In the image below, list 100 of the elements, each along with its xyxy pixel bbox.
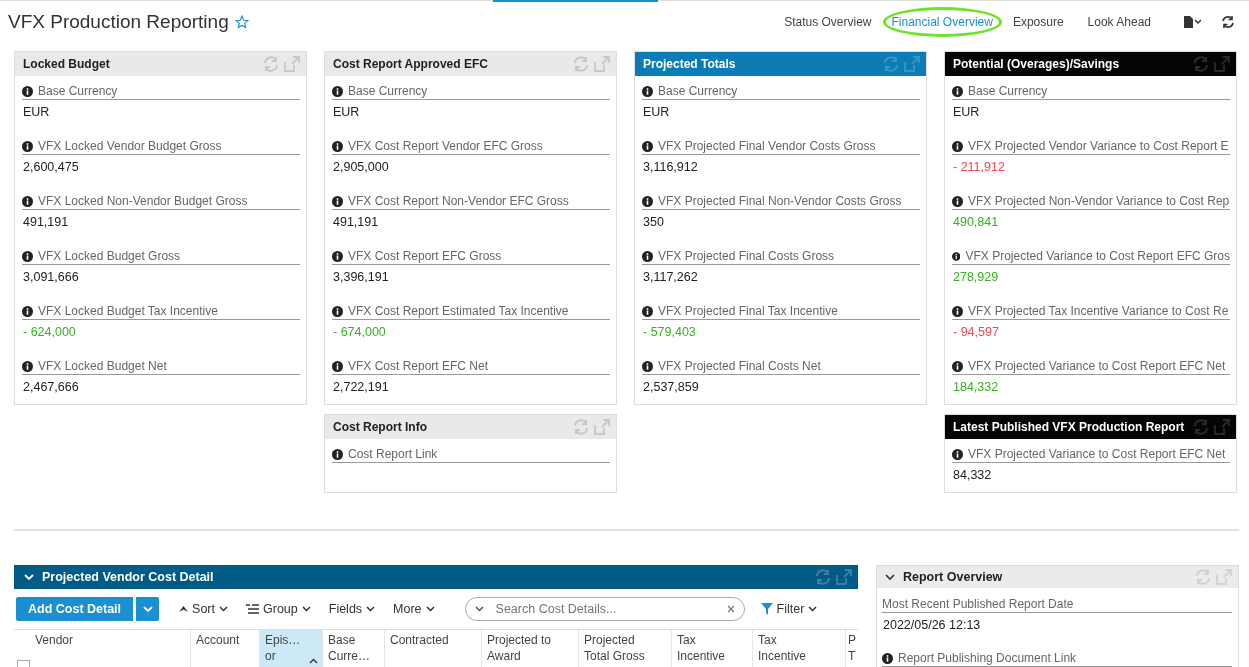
info-icon[interactable] <box>22 360 33 372</box>
field-value: EUR <box>643 105 670 119</box>
dropdown-button[interactable] <box>135 597 160 621</box>
info-icon[interactable] <box>642 360 653 372</box>
add-cost-detail-button[interactable]: Add Cost Detail <box>16 597 134 621</box>
info-icon[interactable] <box>332 448 343 460</box>
field-label: VFX Projected Final Costs Gross <box>658 249 835 263</box>
field-label: VFX Locked Vendor Budget Gross <box>38 139 222 153</box>
info-icon[interactable] <box>22 195 33 207</box>
field-label: VFX Cost Report Non-Vendor EFC Gross <box>348 194 569 208</box>
sort-icon <box>179 605 189 613</box>
field-value: 3,396,191 <box>333 270 389 284</box>
column-header[interactable]: Tax Incentive <box>672 630 753 667</box>
nav-tab[interactable]: Exposure <box>1010 9 1066 35</box>
info-icon[interactable] <box>22 85 33 97</box>
caret-icon <box>425 606 435 612</box>
panel-title: Projected Vendor Cost Detail <box>42 570 215 584</box>
info-icon[interactable] <box>332 85 343 97</box>
field-value: 184,332 <box>953 380 999 394</box>
card-title: Locked Budget <box>23 57 110 71</box>
nav-tab[interactable]: Status Overview <box>782 9 874 35</box>
nav-tab[interactable]: Financial Overview <box>882 7 1002 37</box>
info-icon[interactable] <box>952 250 961 262</box>
field-value: 491,191 <box>23 215 69 229</box>
star-icon[interactable] <box>234 15 249 29</box>
field-label: VFX Projected Variance to Cost Report EFC Gros <box>965 249 1230 263</box>
field-label: VFX Locked Budget Net <box>38 359 167 373</box>
field-label: Most Recent Published Report Date <box>882 596 1074 611</box>
field-value: EUR <box>953 105 980 119</box>
card-title: Potential (Overages)/Savings <box>953 57 1120 71</box>
field-label: VFX Projected Vendor Variance to Cost Report E <box>968 139 1229 153</box>
info-icon[interactable] <box>952 85 963 97</box>
info-icon[interactable] <box>332 250 343 262</box>
field-value: - 211,912 <box>953 160 1005 174</box>
field-label: VFX Projected Variance to Cost Report EFC Net <box>968 359 1226 373</box>
info-icon[interactable] <box>332 140 343 152</box>
toolbar-menu-button[interactable]: Group <box>238 602 319 616</box>
chevron-icon[interactable] <box>885 573 895 581</box>
info-icon[interactable] <box>952 195 963 207</box>
info-icon[interactable] <box>952 448 963 460</box>
info-icon[interactable] <box>642 85 653 97</box>
caret-icon <box>366 606 376 612</box>
field-label: VFX Cost Report Estimated Tax Incentive <box>348 304 569 318</box>
field-value: 2,722,191 <box>333 380 389 394</box>
field-value: 3,117,262 <box>643 270 698 284</box>
field-value: EUR <box>23 105 50 119</box>
field-label: Base Currency <box>658 84 738 98</box>
panel-title: Report Overview <box>903 570 1004 584</box>
field-label: VFX Locked Budget Tax Incentive <box>38 304 218 318</box>
field-label: Cost Report Link <box>348 447 438 461</box>
column-header[interactable]: Tax Incentive <box>753 630 846 667</box>
refresh-icon[interactable] <box>1221 15 1235 29</box>
caret-icon <box>808 606 818 612</box>
field-value: 491,191 <box>333 215 379 229</box>
filter-icon <box>760 603 773 615</box>
caret-icon[interactable] <box>474 606 484 612</box>
field-label: VFX Cost Report EFC Gross <box>348 249 502 263</box>
field-label: Base Currency <box>968 84 1048 98</box>
field-label: VFX Projected Non-Vendor Variance to Cost Rep <box>968 194 1230 208</box>
column-header[interactable]: Contracted <box>385 630 482 667</box>
field-label: VFX Locked Non-Vendor Budget Gross <box>38 194 248 208</box>
info-icon[interactable] <box>332 305 343 317</box>
field-value: 3,091,666 <box>23 270 79 284</box>
info-icon[interactable] <box>332 195 343 207</box>
info-icon[interactable] <box>22 250 33 262</box>
field-label: VFX Cost Report Vendor EFC Gross <box>348 139 543 153</box>
info-icon[interactable] <box>332 360 343 372</box>
toolbar-menu-button[interactable]: More <box>385 602 443 616</box>
field-value: - 579,403 <box>643 325 696 339</box>
field-value: 278,929 <box>953 270 999 284</box>
info-icon[interactable] <box>952 140 963 152</box>
column-header[interactable]: Base Curre… <box>323 630 385 667</box>
info-icon[interactable] <box>642 305 653 317</box>
field-label: Base Currency <box>38 84 118 98</box>
field-value: 2022/05/26 12:13 <box>883 618 981 632</box>
column-header[interactable]: Projected to Award <box>482 630 579 667</box>
info-icon[interactable] <box>882 652 893 664</box>
info-icon[interactable] <box>952 360 963 372</box>
nav-tab[interactable]: Look Ahead <box>1085 9 1153 35</box>
column-header[interactable]: Vendor <box>30 630 191 667</box>
search-field[interactable]: Search Cost Details... <box>464 597 745 621</box>
toolbar-menu-button[interactable]: Sort <box>171 602 236 616</box>
info-icon[interactable] <box>22 305 33 317</box>
info-icon[interactable] <box>22 140 33 152</box>
column-header[interactable]: P T <box>846 630 858 667</box>
clear-icon[interactable] <box>726 605 735 613</box>
field-value: 84,332 <box>953 468 992 482</box>
field-value: 2,905,000 <box>333 160 389 174</box>
info-icon[interactable] <box>642 250 653 262</box>
document-menu-button[interactable] <box>1183 15 1201 29</box>
filter-button[interactable]: Filter <box>752 602 826 616</box>
info-icon[interactable] <box>642 195 653 207</box>
column-header[interactable]: Epis… or <box>260 630 323 667</box>
page-title: VFX Production Reporting <box>8 11 229 33</box>
info-icon[interactable] <box>952 305 963 317</box>
toolbar-menu-button[interactable]: Fields <box>320 602 384 616</box>
column-header[interactable]: Projected Total Gross <box>579 630 672 667</box>
field-label: VFX Projected Final Costs Net <box>658 359 821 373</box>
info-icon[interactable] <box>642 140 653 152</box>
field-value: 490,841 <box>953 215 999 229</box>
